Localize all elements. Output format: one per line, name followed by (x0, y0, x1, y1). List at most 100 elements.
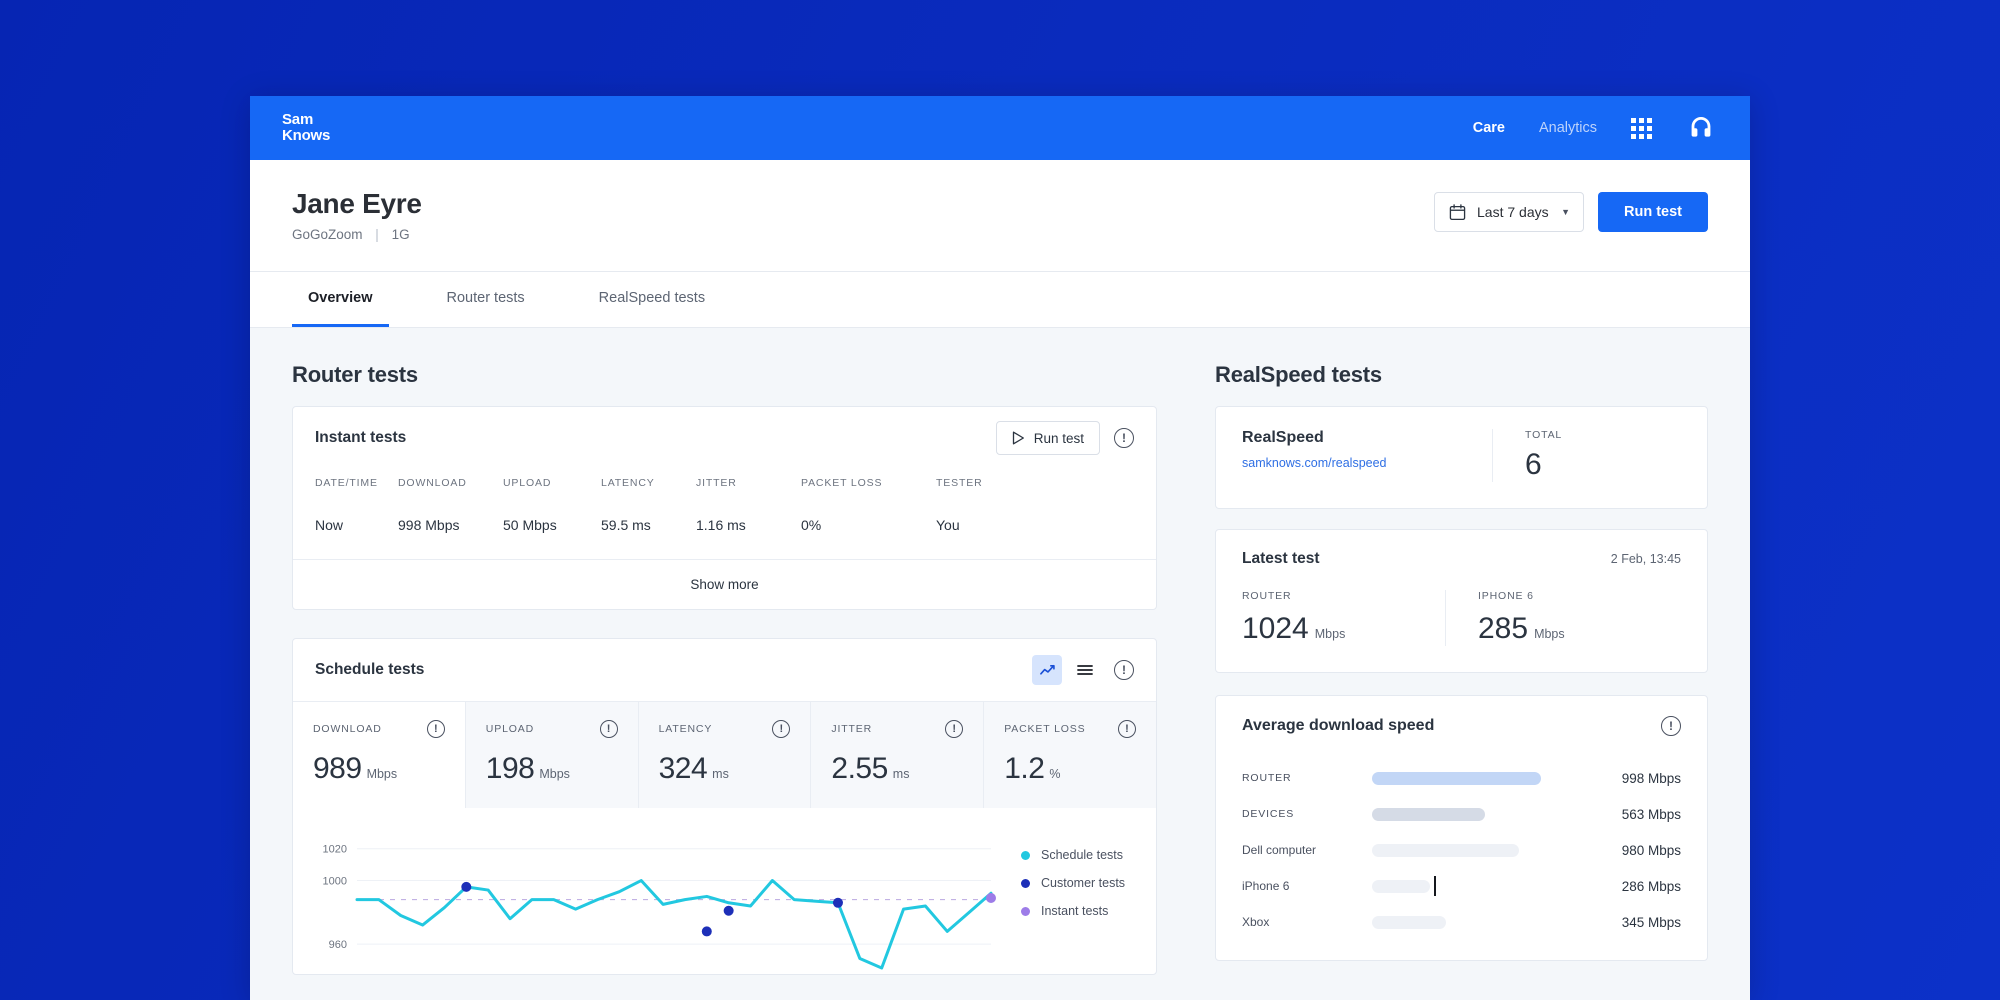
metric-packet-loss-top: PACKET LOSS ! (1004, 720, 1136, 738)
latest-iphone-value: 285 (1478, 612, 1529, 645)
app-window: Sam Knows Care Analytics Jane Eyre GoGoZ… (250, 96, 1750, 1000)
col-upload: UPLOAD (503, 477, 552, 489)
legend-item-instant-tests[interactable]: Instant tests (1021, 904, 1134, 918)
nav-link-care[interactable]: Care (1473, 120, 1505, 136)
avg-row-name: DEVICES (1242, 808, 1295, 820)
svg-text:1000: 1000 (323, 876, 347, 888)
info-icon[interactable]: ! (1661, 716, 1681, 736)
info-icon[interactable]: ! (1114, 660, 1134, 680)
info-icon[interactable]: ! (1114, 428, 1134, 448)
headset-avatar-icon[interactable] (1686, 113, 1716, 143)
page-header: Jane Eyre GoGoZoom | 1G Last 7 days ▼ Ru… (250, 160, 1750, 272)
cell-tester: You (936, 517, 960, 533)
run-test-button[interactable]: Run test (1598, 192, 1708, 232)
info-icon[interactable]: ! (772, 720, 791, 738)
info-icon[interactable]: ! (426, 720, 445, 738)
realspeed-total: TOTAL 6 (1492, 429, 1562, 482)
avg-row-bar (1372, 879, 1431, 893)
cell-packet-loss: 0% (801, 517, 822, 533)
avg-row[interactable]: ROUTER 998 Mbps (1242, 760, 1681, 796)
metric-download[interactable]: DOWNLOAD ! 989 Mbps (293, 702, 466, 808)
tab-router-tests[interactable]: Router tests (431, 272, 541, 327)
tab-realspeed-tests[interactable]: RealSpeed tests (583, 272, 721, 327)
realspeed-section-title: RealSpeed tests (1215, 362, 1382, 387)
legend-item-customer-tests[interactable]: Customer tests (1021, 876, 1134, 890)
cell-date-time: Now (315, 517, 344, 533)
table-header-row: DATE/TIME DOWNLOAD UPLOAD LATENCY JITTER… (293, 469, 1156, 505)
col-jitter: JITTER (696, 477, 737, 489)
realspeed-total-label: TOTAL (1525, 429, 1563, 441)
col-download: DOWNLOAD (398, 477, 467, 489)
legend-item-schedule-tests[interactable]: Schedule tests (1021, 848, 1134, 862)
metric-jitter-top: JITTER ! (831, 720, 964, 738)
show-more-button[interactable]: Show more (293, 559, 1156, 609)
page-identity: Jane Eyre GoGoZoom | 1G (292, 188, 422, 242)
metric-latency[interactable]: LATENCY ! 324 ms (638, 702, 812, 808)
router-tests-column: Router tests Instant tests Run test ! DA… (292, 362, 1157, 1000)
metric-upload-label: UPLOAD (485, 723, 535, 735)
col-packet-loss: PACKET LOSS (801, 477, 883, 489)
metric-latency-value: 324 (658, 752, 708, 785)
metric-jitter-value: 2.55 (831, 752, 888, 785)
info-icon[interactable]: ! (945, 720, 964, 738)
avg-row-bar (1372, 843, 1519, 857)
table-row[interactable]: Now 998 Mbps 50 Mbps 59.5 ms 1.16 ms 0% … (293, 505, 1156, 559)
grid-icon[interactable] (1631, 117, 1652, 139)
date-range-picker[interactable]: Last 7 days ▼ (1434, 192, 1584, 232)
legend-label-customer: Customer tests (1041, 876, 1126, 890)
metric-packet-loss-label: PACKET LOSS (1004, 723, 1086, 735)
avg-row-name: iPhone 6 (1242, 879, 1290, 893)
avg-row[interactable]: DEVICES 563 Mbps (1242, 796, 1681, 832)
avg-row-value: 286 Mbps (1621, 878, 1681, 894)
realspeed-link[interactable]: samknows.com/realspeed (1242, 456, 1492, 470)
avg-row-value: 345 Mbps (1621, 914, 1681, 930)
latest-iphone-label: IPHONE 6 (1478, 590, 1534, 602)
avg-row[interactable]: iPhone 6 286 Mbps (1242, 868, 1681, 904)
tab-bar: Overview Router tests RealSpeed tests (250, 272, 1750, 328)
page-title: Jane Eyre (292, 188, 422, 219)
tab-overview[interactable]: Overview (292, 272, 389, 327)
schedule-tests-actions: ! (1032, 655, 1134, 685)
latest-test-header: Latest test 2 Feb, 13:45 (1242, 550, 1681, 568)
list-icon[interactable] (1070, 655, 1100, 685)
avg-row[interactable]: Dell computer 980 Mbps (1242, 832, 1681, 868)
legend-label-instant: Instant tests (1041, 904, 1109, 918)
top-navigation-bar: Sam Knows Care Analytics (250, 96, 1750, 160)
chart-legend: Schedule tests Customer tests Instant te… (999, 824, 1134, 974)
metric-upload[interactable]: UPLOAD ! 198 Mbps (465, 702, 639, 808)
metric-upload-unit: Mbps (539, 767, 570, 781)
info-icon[interactable]: ! (599, 720, 618, 738)
col-latency: LATENCY (601, 477, 655, 489)
avg-row[interactable]: Xbox 345 Mbps (1242, 904, 1681, 940)
line-chart-icon[interactable] (1032, 655, 1062, 685)
latest-iphone-cell: IPHONE 6 285 Mbps (1445, 590, 1681, 646)
metric-latency-top: LATENCY ! (659, 720, 791, 738)
info-icon[interactable]: ! (1117, 720, 1136, 738)
main-content: Router tests Instant tests Run test ! DA… (250, 328, 1750, 1000)
metric-upload-value-wrap: 198 Mbps (486, 752, 618, 786)
average-download-title: Average download speed (1242, 717, 1435, 734)
latest-router-unit: Mbps (1314, 627, 1346, 641)
samknows-logo[interactable]: Sam Knows (282, 112, 330, 144)
cell-download: 998 Mbps (398, 517, 460, 533)
latest-test-title: Latest test (1242, 550, 1320, 567)
top-nav-right-group: Care Analytics (1473, 113, 1716, 143)
nav-link-analytics[interactable]: Analytics (1539, 120, 1597, 136)
latest-iphone-value-wrap: 285 Mbps (1478, 612, 1681, 646)
average-download-speed-card: Average download speed ! ROUTER 998 Mbps D… (1215, 695, 1708, 961)
schedule-chart-area: 1020 1000 960 Schedule tests Customer test… (293, 808, 1156, 974)
instant-run-test-button[interactable]: Run test (995, 421, 1100, 455)
metric-jitter-label: JITTER (831, 723, 873, 735)
metric-jitter[interactable]: JITTER ! 2.55 ms (811, 702, 985, 808)
metric-latency-value-wrap: 324 ms (659, 752, 791, 786)
metric-jitter-value-wrap: 2.55 ms (831, 752, 963, 786)
page-subtitle: GoGoZoom | 1G (292, 227, 422, 242)
metric-download-label: DOWNLOAD (313, 723, 382, 735)
avg-row-bar (1372, 771, 1541, 785)
metric-download-value: 989 (313, 752, 362, 785)
metric-packet-loss[interactable]: PACKET LOSS ! 1.2% (984, 702, 1156, 808)
instant-tests-table: DATE/TIME DOWNLOAD UPLOAD LATENCY JITTER… (293, 469, 1156, 559)
schedule-line-chart[interactable]: 1020 1000 960 (309, 824, 999, 974)
schedule-metrics-row: DOWNLOAD ! 989 Mbps UPLOAD ! 198 Mbps LA… (293, 701, 1156, 808)
avg-row-bar-track (1372, 915, 1573, 929)
